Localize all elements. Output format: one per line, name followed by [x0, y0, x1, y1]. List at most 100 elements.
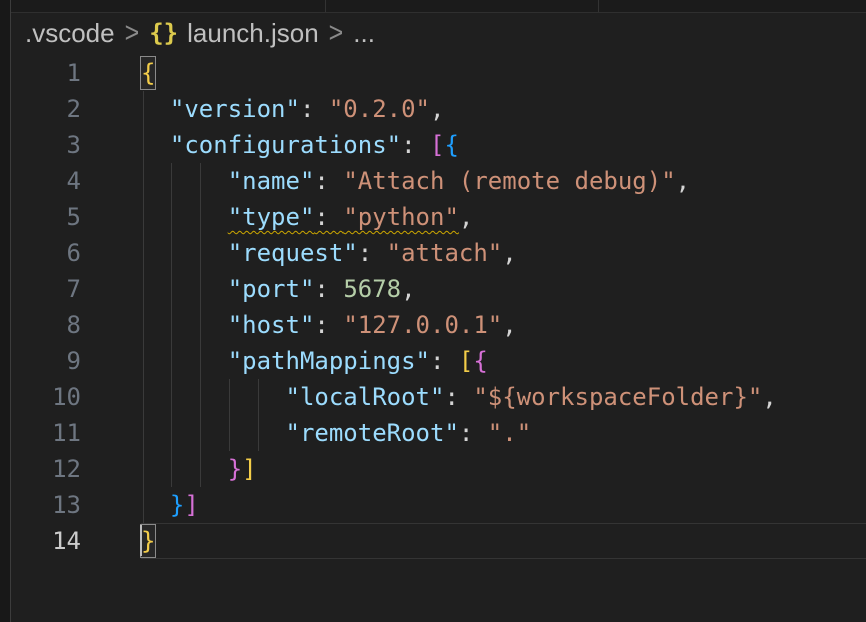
- code-content: }]: [141, 487, 866, 523]
- token-b2: {: [473, 347, 487, 375]
- token-pn: ,: [401, 275, 415, 303]
- line-number[interactable]: 13: [11, 487, 81, 523]
- current-line-highlight: [141, 523, 866, 559]
- code-content: }]: [141, 451, 866, 487]
- chevron-right-icon: >: [125, 16, 140, 49]
- breadcrumb-folder[interactable]: .vscode: [25, 18, 115, 49]
- code-editor[interactable]: 1{2 "version": "0.2.0",3 "configurations…: [11, 55, 866, 559]
- code-content: "request": "attach",: [141, 235, 866, 271]
- code-content: "localRoot": "${workspaceFolder}",: [141, 379, 866, 415]
- json-braces-icon: {}: [149, 19, 178, 47]
- text-cursor: [140, 525, 142, 556]
- code-line-5[interactable]: 5 "type": "python",: [11, 199, 866, 235]
- code-content: "remoteRoot": ".": [141, 415, 866, 451]
- token-str: "${workspaceFolder}": [473, 383, 762, 411]
- breadcrumb: .vscode > {} launch.json > ...: [11, 13, 866, 53]
- token-pn: ,: [502, 311, 516, 339]
- line-number[interactable]: 6: [11, 235, 81, 271]
- token-pn: ,: [502, 239, 516, 267]
- code-text: "localRoot": "${workspaceFolder}",: [141, 383, 777, 411]
- token-key: "localRoot": [286, 383, 445, 411]
- line-number[interactable]: 4: [11, 163, 81, 199]
- token-b3: {: [444, 131, 458, 159]
- token-b2: }: [228, 455, 242, 483]
- token-pn: ,: [762, 383, 776, 411]
- token-pn: :: [314, 167, 343, 195]
- code-content: {: [141, 55, 866, 91]
- token-key: "name": [228, 167, 315, 195]
- token-pn: :: [300, 95, 329, 123]
- token-pn: :: [314, 203, 343, 231]
- token-pn: :: [358, 239, 387, 267]
- code-line-1[interactable]: 1{: [11, 55, 866, 91]
- token-pn: :: [459, 419, 488, 447]
- token-b1-bracket-match: {: [140, 56, 156, 90]
- code-content: "type": "python",: [141, 199, 866, 235]
- line-number[interactable]: 8: [11, 307, 81, 343]
- code-line-4[interactable]: 4 "name": "Attach (remote debug)",: [11, 163, 866, 199]
- code-text: }: [141, 527, 155, 555]
- tab-separator: [325, 0, 326, 12]
- code-line-12[interactable]: 12 }]: [11, 451, 866, 487]
- tab-separator: [598, 0, 599, 12]
- line-number[interactable]: 12: [11, 451, 81, 487]
- code-content: "version": "0.2.0",: [141, 91, 866, 127]
- line-number[interactable]: 14: [11, 523, 81, 559]
- token-key: "host": [228, 311, 315, 339]
- chevron-right-icon: >: [329, 16, 344, 49]
- token-pn: :: [314, 311, 343, 339]
- code-line-13[interactable]: 13 }]: [11, 487, 866, 523]
- code-line-14[interactable]: 14}: [11, 523, 866, 559]
- sidebar-edge: [0, 0, 11, 622]
- token-pn: :: [401, 131, 430, 159]
- breadcrumb-file[interactable]: launch.json: [187, 18, 319, 49]
- code-text: "version": "0.2.0",: [141, 95, 444, 123]
- tab-bar[interactable]: [11, 0, 866, 13]
- code-line-11[interactable]: 11 "remoteRoot": ".": [11, 415, 866, 451]
- token-b2: ]: [184, 491, 198, 519]
- code-text: "host": "127.0.0.1",: [141, 311, 517, 339]
- code-line-10[interactable]: 10 "localRoot": "${workspaceFolder}",: [11, 379, 866, 415]
- token-num: 5678: [343, 275, 401, 303]
- token-str: "Attach (remote debug)": [343, 167, 675, 195]
- code-text: "remoteRoot": ".": [141, 419, 531, 447]
- line-number[interactable]: 9: [11, 343, 81, 379]
- line-number[interactable]: 10: [11, 379, 81, 415]
- token-pn: :: [444, 383, 473, 411]
- token-b1: ]: [242, 455, 256, 483]
- code-content: "configurations": [{: [141, 127, 866, 163]
- line-number[interactable]: 1: [11, 55, 81, 91]
- line-number[interactable]: 11: [11, 415, 81, 451]
- vscode-editor-window: .vscode > {} launch.json > ... 1{2 "vers…: [0, 0, 866, 622]
- breadcrumb-symbol-more[interactable]: ...: [353, 18, 375, 49]
- token-key: "version": [170, 95, 300, 123]
- token-key: "type": [228, 203, 315, 231]
- token-str: "attach": [387, 239, 503, 267]
- token-pn: :: [430, 347, 459, 375]
- code-line-7[interactable]: 7 "port": 5678,: [11, 271, 866, 307]
- code-text: "pathMappings": [{: [141, 347, 488, 375]
- token-str: ".": [488, 419, 531, 447]
- code-line-2[interactable]: 2 "version": "0.2.0",: [11, 91, 866, 127]
- code-line-8[interactable]: 8 "host": "127.0.0.1",: [11, 307, 866, 343]
- code-text: "port": 5678,: [141, 275, 416, 303]
- code-content: "host": "127.0.0.1",: [141, 307, 866, 343]
- code-content: "name": "Attach (remote debug)",: [141, 163, 866, 199]
- token-b3: }: [170, 491, 184, 519]
- code-line-9[interactable]: 9 "pathMappings": [{: [11, 343, 866, 379]
- code-text: "request": "attach",: [141, 239, 517, 267]
- line-number[interactable]: 3: [11, 127, 81, 163]
- line-number[interactable]: 7: [11, 271, 81, 307]
- line-number[interactable]: 5: [11, 199, 81, 235]
- token-pn: :: [314, 275, 343, 303]
- code-content: "pathMappings": [{: [141, 343, 866, 379]
- code-content: }: [141, 523, 866, 559]
- code-line-6[interactable]: 6 "request": "attach",: [11, 235, 866, 271]
- line-number[interactable]: 2: [11, 91, 81, 127]
- code-line-3[interactable]: 3 "configurations": [{: [11, 127, 866, 163]
- code-text: "type": "python",: [141, 203, 473, 231]
- token-b1: [: [459, 347, 473, 375]
- code-text: "configurations": [{: [141, 131, 459, 159]
- code-text: }]: [141, 455, 257, 483]
- token-str: "python": [343, 203, 459, 231]
